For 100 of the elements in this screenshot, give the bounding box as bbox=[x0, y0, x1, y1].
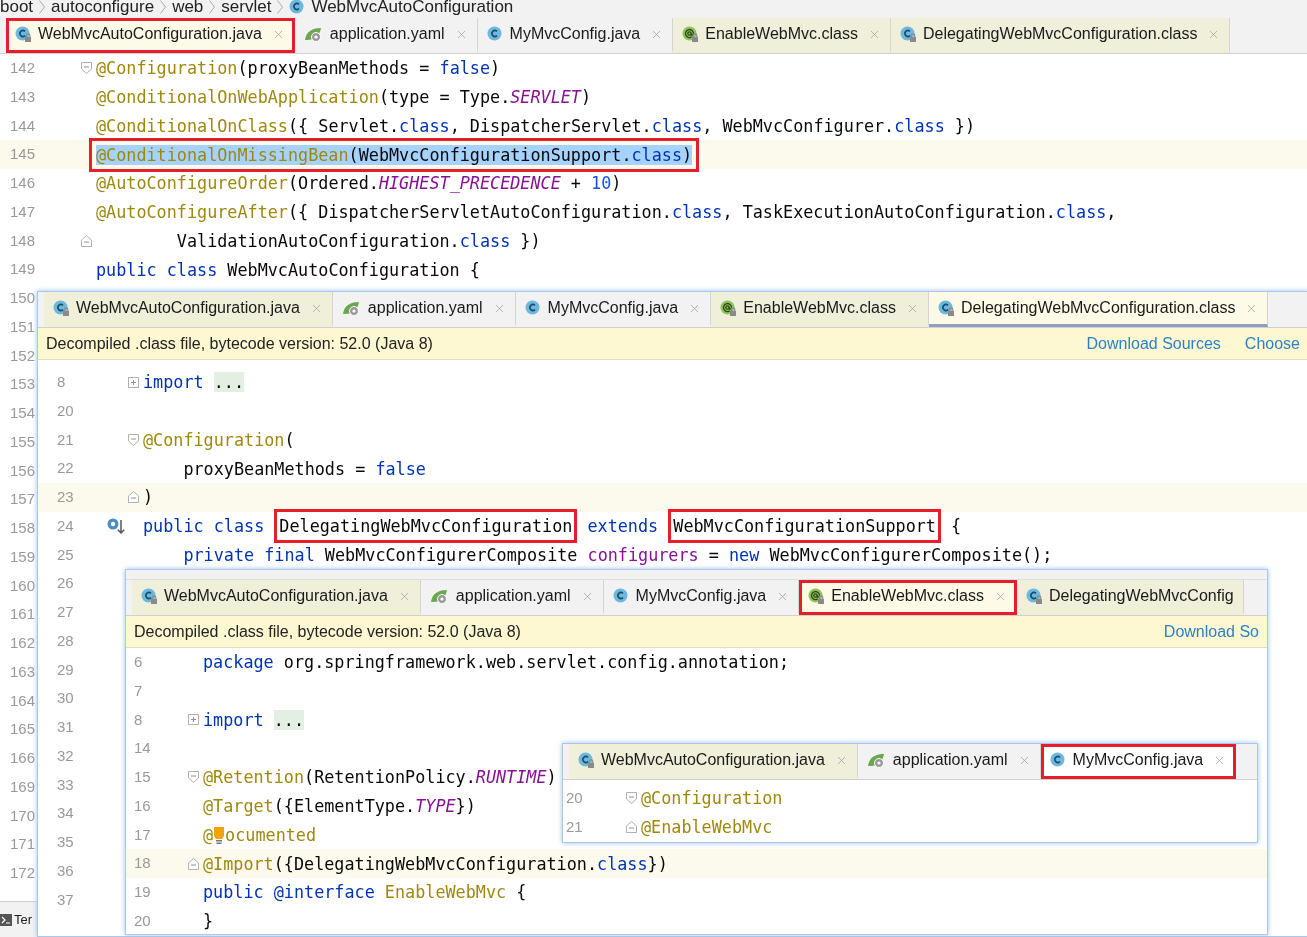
banner-text: Decompiled .class file, bytecode version: 52.0 (Java 8) bbox=[46, 333, 433, 354]
line-number: 145 bbox=[9, 144, 36, 165]
line-number: 152 bbox=[9, 345, 36, 366]
line-number: 161 bbox=[9, 604, 36, 625]
chevron-icon bbox=[39, 0, 46, 14]
line-number: 18 bbox=[133, 853, 151, 874]
code-text: } bbox=[203, 910, 214, 933]
line-number: 159 bbox=[9, 546, 36, 567]
fold-marker-icon[interactable] bbox=[625, 821, 637, 834]
fold-marker-icon[interactable] bbox=[187, 857, 199, 870]
expand-icon[interactable] bbox=[187, 714, 199, 726]
line-number: 144 bbox=[9, 115, 36, 136]
line-number: 154 bbox=[9, 403, 36, 424]
breadcrumb-item[interactable]: boot bbox=[0, 0, 34, 20]
lightbulb-icon[interactable] bbox=[213, 824, 226, 845]
line-number: 170 bbox=[9, 805, 36, 826]
code-text: extends bbox=[586, 515, 660, 538]
editor-tab[interactable]: WebMvcAutoConfiguration.java bbox=[132, 580, 421, 615]
line-number: 150 bbox=[9, 288, 36, 309]
line-number: 7 bbox=[133, 680, 143, 701]
chevron-icon bbox=[160, 0, 167, 14]
line-number: 164 bbox=[9, 690, 36, 711]
code-text: @ bbox=[203, 823, 214, 846]
code-text: @AutoConfigureAfter({ DispatcherServletAutoConfiguration.class, TaskExecutionAutoConfiguration.class, bbox=[96, 201, 1117, 224]
line-number: 163 bbox=[9, 661, 36, 682]
breadcrumb-item[interactable]: autoconfigure bbox=[51, 0, 155, 20]
line-number: 149 bbox=[9, 259, 36, 280]
line-number: 31 bbox=[56, 717, 74, 738]
code-text: public class WebMvcAutoConfiguration { bbox=[96, 258, 480, 281]
line-number: 143 bbox=[9, 86, 36, 107]
code-text: @Configuration bbox=[641, 787, 783, 810]
code-text: package org.springframework.web.servlet.config.annotation; bbox=[203, 651, 789, 674]
line-number: 151 bbox=[9, 316, 36, 337]
breadcrumb-item[interactable]: WebMvcAutoConfiguration bbox=[311, 0, 514, 20]
line-number: 146 bbox=[9, 173, 36, 194]
fold-marker-icon[interactable] bbox=[625, 792, 637, 805]
code-text: @Configuration(proxyBeanMethods = false) bbox=[96, 57, 501, 80]
line-number: 148 bbox=[9, 230, 36, 251]
link[interactable]: Download Sources bbox=[1086, 331, 1221, 356]
line-number: 165 bbox=[9, 719, 36, 740]
code-text: proxyBeanMethods = false bbox=[182, 457, 426, 480]
editor-tab[interactable]: DelegatingWebMvcConfiguration.class bbox=[928, 292, 1269, 327]
line-number: 6 bbox=[133, 652, 143, 673]
fold-marker-icon[interactable] bbox=[80, 62, 92, 75]
line-number: 162 bbox=[9, 633, 36, 654]
line-number: 32 bbox=[56, 745, 74, 766]
line-number: 17 bbox=[133, 824, 151, 845]
line-number: 158 bbox=[9, 518, 36, 539]
line-number: 24 bbox=[56, 515, 74, 536]
expand-icon[interactable] bbox=[127, 376, 139, 388]
breadcrumb-item[interactable]: web bbox=[172, 0, 204, 20]
line-number: 25 bbox=[56, 544, 74, 565]
line-number: 35 bbox=[56, 832, 74, 853]
line-number: 19 bbox=[133, 882, 151, 903]
highlighted-code: WebMvcConfigurationSupport bbox=[668, 509, 941, 544]
link[interactable]: Choose bbox=[1244, 331, 1300, 356]
line-number: 36 bbox=[56, 860, 74, 881]
editor-tab[interactable]: EnableWebMvc.class bbox=[711, 292, 929, 327]
circle-arrow-icon[interactable] bbox=[107, 517, 125, 535]
line-number: 30 bbox=[56, 688, 74, 709]
line-number: 142 bbox=[9, 58, 36, 79]
line-number: 34 bbox=[56, 803, 74, 824]
editor-tab[interactable]: WebMvcAutoConfiguration.java bbox=[6, 18, 295, 53]
line-number: 8 bbox=[56, 372, 66, 393]
fold-marker-icon[interactable] bbox=[187, 771, 199, 784]
banner-text: Decompiled .class file, bytecode version: 52.0 (Java 8) bbox=[134, 621, 521, 642]
fold-marker-icon[interactable] bbox=[80, 234, 92, 247]
fold-marker-icon[interactable] bbox=[127, 433, 139, 446]
terminal-tab[interactable]: Ter bbox=[0, 909, 33, 930]
breadcrumb-item[interactable]: servlet bbox=[221, 0, 272, 20]
line-number: 160 bbox=[9, 575, 36, 596]
line-number: 156 bbox=[9, 460, 36, 481]
line-number: 169 bbox=[9, 776, 36, 797]
editor-tab[interactable]: DelegatingWebMvcConfiguration.class bbox=[890, 18, 1231, 53]
editor-tab[interactable]: MyMvcConfig.java bbox=[1040, 744, 1237, 779]
code-text: public @interface EnableWebMvc { bbox=[203, 881, 527, 904]
line-number: 153 bbox=[9, 374, 36, 395]
code-text: @ConditionalOnMissingBean(WebMvcConfigurationSupport.class) bbox=[89, 137, 700, 172]
editor-tab[interactable]: EnableWebMvc.class bbox=[799, 580, 1017, 615]
chevron-icon bbox=[277, 0, 284, 14]
code-text: @AutoConfigureOrder(Ordered.HIGHEST_PRECEDENCE + 10) bbox=[96, 172, 622, 195]
code-text: import ... bbox=[203, 708, 305, 731]
line-number: 29 bbox=[56, 659, 74, 680]
fold-marker-icon[interactable] bbox=[127, 491, 139, 504]
line-number: 28 bbox=[56, 630, 74, 651]
editor-tab[interactable]: EnableWebMvc.class bbox=[673, 18, 891, 53]
code-text: private final WebMvcConfigurerComposite configurers = new WebMvcConfigurerComposite(); bbox=[182, 543, 1053, 566]
editor-tab[interactable]: DelegatingWebMvcConfig bbox=[1016, 580, 1244, 615]
line-number: 23 bbox=[56, 487, 74, 508]
link[interactable]: Download So bbox=[1163, 619, 1259, 644]
line-number: 20 bbox=[565, 788, 583, 809]
line-number: 155 bbox=[9, 431, 36, 452]
code-text: @Retention(RetentionPolicy.RUNTIME) bbox=[203, 766, 557, 789]
editor-tab[interactable]: WebMvcAutoConfiguration.java bbox=[569, 744, 858, 779]
line-number: 157 bbox=[9, 489, 36, 510]
editor-tab[interactable]: WebMvcAutoConfiguration.java bbox=[44, 292, 333, 327]
line-number: 20 bbox=[56, 400, 74, 421]
terminal-icon bbox=[0, 913, 12, 926]
line-number: 172 bbox=[9, 863, 36, 884]
code-text: ocumented bbox=[225, 823, 317, 846]
